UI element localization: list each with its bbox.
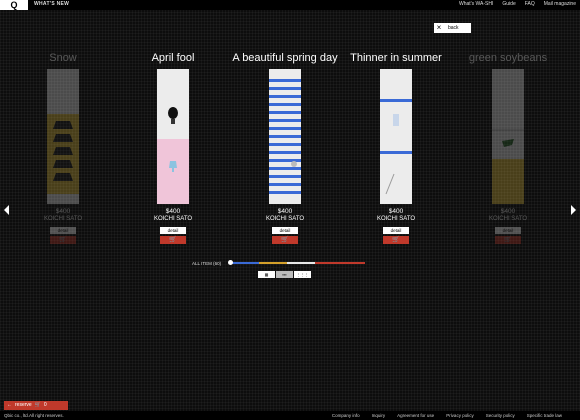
- cart-button[interactable]: 🛒: [495, 236, 521, 244]
- cart-icon: 🛒: [392, 237, 400, 243]
- all-item-label: ALL ITEM (60): [192, 261, 222, 266]
- view-toggle: ▦ ▪▪▪ ⋮⋮⋮: [258, 271, 311, 278]
- nav-mail-magazine[interactable]: Mail magazine: [544, 1, 576, 7]
- reserve-label: reserve: [15, 402, 32, 408]
- next-arrow-icon[interactable]: [571, 205, 576, 215]
- footer-link-inquiry[interactable]: Inquiry: [372, 413, 386, 418]
- cart-button[interactable]: 🛒: [272, 236, 298, 244]
- product-artist: KOICHI SATO: [265, 216, 305, 222]
- scrollbar-segment: [229, 262, 259, 264]
- detail-button[interactable]: detail: [383, 227, 409, 234]
- cart-icon: 🛒: [169, 237, 177, 243]
- cart-button[interactable]: 🛒: [160, 236, 186, 244]
- back-label: back: [448, 25, 459, 31]
- product-image[interactable]: [380, 69, 412, 204]
- footer-link-agreement[interactable]: Agreement for use: [397, 413, 434, 418]
- product-image[interactable]: [157, 69, 189, 204]
- detail-button[interactable]: detail: [495, 227, 521, 234]
- product-image[interactable]: [47, 69, 79, 204]
- product-title: Thinner in summer: [350, 52, 442, 64]
- cart-icon: 🛒: [504, 237, 512, 243]
- product-image[interactable]: [269, 69, 301, 204]
- cart-button[interactable]: 🛒: [50, 236, 76, 244]
- cart-icon: 🛒: [59, 237, 67, 243]
- product-title: April fool: [151, 52, 195, 64]
- cart-icon: 🛒: [34, 402, 41, 408]
- cart-button[interactable]: 🛒: [383, 236, 409, 244]
- detail-button[interactable]: detail: [160, 227, 186, 234]
- logo[interactable]: Q: [0, 0, 28, 10]
- top-nav: What's WA-SHI Guide FAQ Mail magazine: [459, 1, 576, 7]
- detail-button[interactable]: detail: [272, 227, 298, 234]
- nav-guide[interactable]: Guide: [502, 1, 515, 7]
- nav-whats-washi[interactable]: What's WA-SHI: [459, 1, 493, 7]
- product-price: $400: [500, 208, 516, 215]
- product-card: Thinner in summer $400 KOICHI SATO detai…: [341, 50, 451, 244]
- nav-faq[interactable]: FAQ: [525, 1, 535, 7]
- product-image[interactable]: [492, 69, 524, 204]
- product-card: green soybeans $400 KOICHI SATO detail 🛒: [453, 50, 563, 244]
- product-price: $400: [165, 208, 181, 215]
- item-scrollbar[interactable]: [228, 260, 365, 265]
- scrollbar-segment: [259, 262, 287, 264]
- footer-link-company-info[interactable]: Company info: [332, 413, 360, 418]
- product-title: A beautiful spring day: [232, 52, 338, 64]
- top-bar: Q WHAT'S NEW What's WA-SHI Guide FAQ Mai…: [0, 0, 580, 10]
- scrollbar-handle[interactable]: [228, 260, 233, 265]
- footer-link-security[interactable]: Security policy: [486, 413, 515, 418]
- view-medium-button[interactable]: ▪▪▪: [276, 271, 293, 278]
- scrollbar-segment: [315, 262, 365, 264]
- close-icon: ×: [436, 23, 442, 32]
- whats-new-link[interactable]: WHAT'S NEW: [34, 1, 69, 7]
- view-large-button[interactable]: ▦: [258, 271, 275, 278]
- product-artist: KOICHI SATO: [376, 216, 416, 222]
- product-price: $400: [55, 208, 71, 215]
- footer-link-privacy[interactable]: Privacy policy: [446, 413, 474, 418]
- product-title: Snow: [49, 52, 77, 64]
- footer-link-trade-law[interactable]: Specific trade law: [527, 413, 562, 418]
- product-price: $400: [388, 208, 404, 215]
- product-card: Snow $400 KOICHI SATO detail 🛒: [8, 50, 118, 244]
- reserve-count: 0: [43, 402, 47, 408]
- product-artist: KOICHI SATO: [43, 216, 83, 222]
- view-small-button[interactable]: ⋮⋮⋮: [294, 271, 311, 278]
- product-card: A beautiful spring day $400 KOICHI SATO …: [230, 50, 340, 244]
- back-button[interactable]: × back: [434, 23, 471, 33]
- footer: Qbic co., ltd.All right reserves. Compan…: [0, 411, 580, 420]
- arrow-icon: ←: [7, 402, 12, 408]
- product-artist: KOICHI SATO: [488, 216, 528, 222]
- cart-icon: 🛒: [281, 237, 289, 243]
- product-artist: KOICHI SATO: [153, 216, 193, 222]
- product-title: green soybeans: [468, 52, 548, 64]
- footer-nav: Company info Inquiry Agreement for use P…: [332, 413, 562, 418]
- product-price: $400: [277, 208, 293, 215]
- reserve-button[interactable]: ← reserve 🛒 0: [4, 401, 68, 410]
- detail-button[interactable]: detail: [50, 227, 76, 234]
- copyright: Qbic co., ltd.All right reserves.: [4, 413, 64, 418]
- product-card: April fool $400 KOICHI SATO detail 🛒: [118, 50, 228, 244]
- scrollbar-segment: [287, 262, 315, 264]
